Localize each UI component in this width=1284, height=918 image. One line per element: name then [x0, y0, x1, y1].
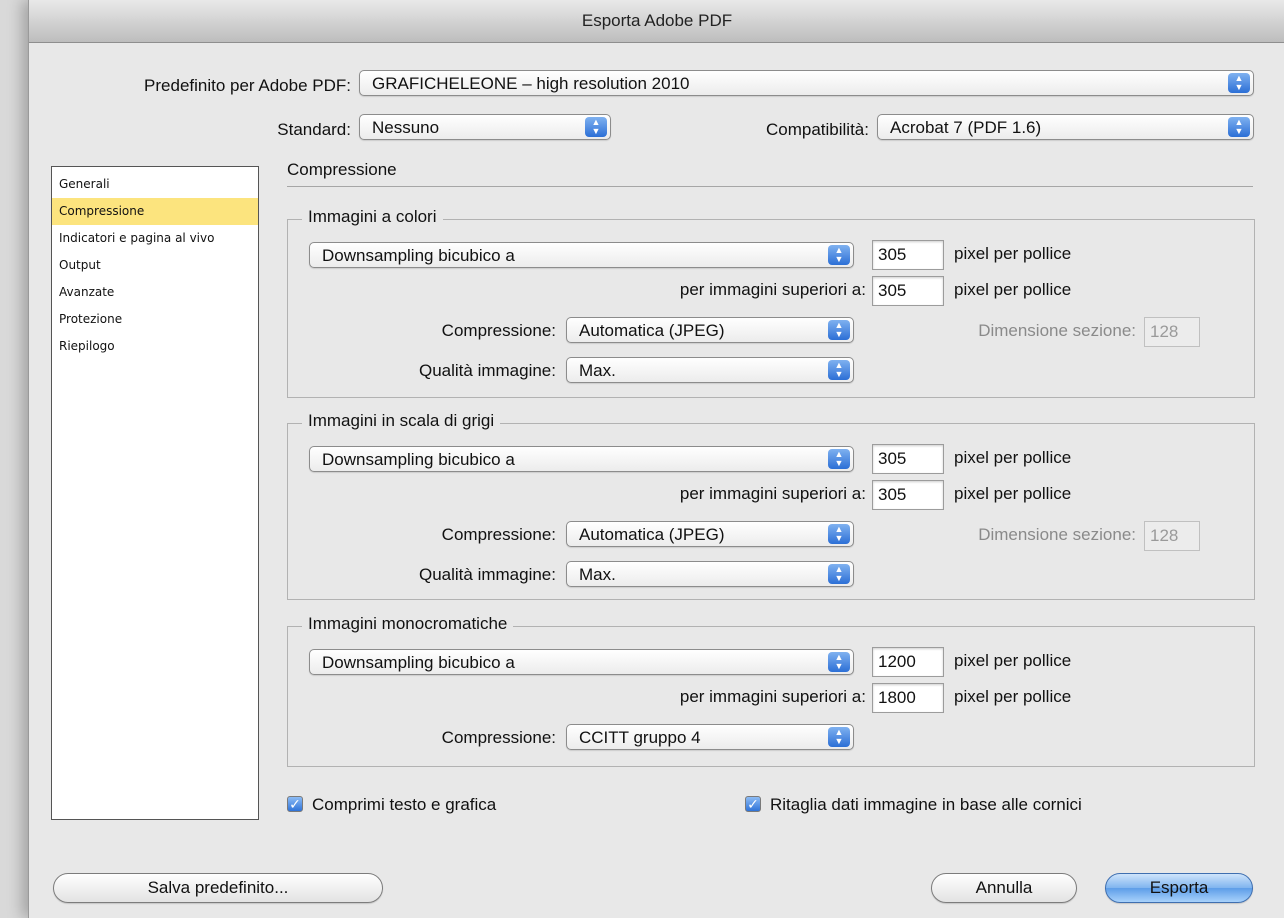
- standard-label: Standard:: [277, 120, 351, 139]
- compat-label: Compatibilità:: [766, 120, 869, 139]
- ppi-unit: pixel per pollice: [954, 484, 1072, 503]
- gray-quality-select[interactable]: Max. ▲ ▼: [566, 561, 854, 587]
- sidebar-item-indicatori[interactable]: Indicatori e pagina al vivo: [52, 225, 258, 252]
- updown-arrows-icon: ▲ ▼: [828, 727, 850, 747]
- checkmark-icon: ✓: [289, 796, 301, 812]
- color-compression-select[interactable]: Automatica (JPEG) ▲ ▼: [566, 317, 854, 343]
- section-title: Compressione: [287, 160, 397, 179]
- monochrome-images-group: Immagini monocromatiche Downsampling bic…: [287, 614, 1255, 767]
- color-above-input[interactable]: 305: [872, 276, 944, 306]
- color-quality-select[interactable]: Max. ▲ ▼: [566, 357, 854, 383]
- color-tile-size-input: 128: [1144, 317, 1200, 347]
- updown-arrows-icon: ▲ ▼: [828, 524, 850, 544]
- updown-arrows-icon: ▲ ▼: [828, 245, 850, 265]
- color-images-group: Immagini a colori Downsampling bicubico …: [287, 207, 1255, 398]
- crop-image-checkbox[interactable]: ✓: [745, 796, 761, 812]
- section-divider: [287, 186, 1253, 187]
- preset-value: GRAFICHELEONE – high resolution 2010: [372, 74, 690, 93]
- sidebar-item-generali[interactable]: Generali: [52, 171, 258, 198]
- ppi-unit: pixel per pollice: [954, 687, 1072, 706]
- sidebar-item-protezione[interactable]: Protezione: [52, 306, 258, 333]
- select-value: Downsampling bicubico a: [322, 653, 515, 672]
- select-value: Max.: [579, 361, 616, 380]
- ppi-unit: pixel per pollice: [954, 448, 1072, 467]
- quality-label: Qualità immagine:: [418, 361, 556, 380]
- select-value: Automatica (JPEG): [579, 321, 725, 340]
- updown-arrows-icon: ▲ ▼: [828, 652, 850, 672]
- crop-image-label: Ritaglia dati immagine in base alle corn…: [770, 795, 1082, 814]
- select-value: Downsampling bicubico a: [322, 246, 515, 265]
- compat-value: Acrobat 7 (PDF 1.6): [890, 118, 1042, 137]
- gray-ppi-input[interactable]: 305: [872, 444, 944, 474]
- quality-label: Qualità immagine:: [418, 565, 556, 584]
- gray-downsample-select[interactable]: Downsampling bicubico a ▲ ▼: [309, 446, 854, 472]
- tile-size-label: Dimensione sezione:: [978, 525, 1136, 544]
- compress-text-label: Comprimi testo e grafica: [312, 795, 497, 814]
- updown-arrows-icon: ▲ ▼: [1228, 73, 1250, 93]
- compress-text-checkbox[interactable]: ✓: [287, 796, 303, 812]
- group-title: Immagini monocromatiche: [302, 614, 514, 634]
- color-ppi-input[interactable]: 305: [872, 240, 944, 270]
- updown-arrows-icon: ▲ ▼: [585, 117, 607, 137]
- select-value: Downsampling bicubico a: [322, 450, 515, 469]
- sidebar-item-riepilogo[interactable]: Riepilogo: [52, 333, 258, 360]
- above-label: per immagini superiori a:: [679, 687, 866, 706]
- export-pdf-dialog: Esporta Adobe PDF Predefinito per Adobe …: [28, 0, 1284, 918]
- ppi-unit: pixel per pollice: [954, 651, 1072, 670]
- ppi-unit: pixel per pollice: [954, 280, 1072, 299]
- sidebar-item-output[interactable]: Output: [52, 252, 258, 279]
- updown-arrows-icon: ▲ ▼: [828, 320, 850, 340]
- gray-above-input[interactable]: 305: [872, 480, 944, 510]
- mono-ppi-input[interactable]: 1200: [872, 647, 944, 677]
- tile-size-label: Dimensione sezione:: [978, 321, 1136, 340]
- preset-select[interactable]: GRAFICHELEONE – high resolution 2010 ▲ ▼: [359, 70, 1254, 96]
- select-value: Max.: [579, 565, 616, 584]
- select-value: CCITT gruppo 4: [579, 728, 701, 747]
- mono-compression-select[interactable]: CCITT gruppo 4 ▲ ▼: [566, 724, 854, 750]
- compression-label: Compressione:: [441, 321, 556, 340]
- preset-label: Predefinito per Adobe PDF:: [144, 76, 351, 95]
- group-title: Immagini a colori: [302, 207, 443, 227]
- updown-arrows-icon: ▲ ▼: [828, 564, 850, 584]
- grayscale-images-group: Immagini in scala di grigi Downsampling …: [287, 411, 1255, 600]
- ppi-unit: pixel per pollice: [954, 244, 1072, 263]
- mono-downsample-select[interactable]: Downsampling bicubico a ▲ ▼: [309, 649, 854, 675]
- color-downsample-select[interactable]: Downsampling bicubico a ▲ ▼: [309, 242, 854, 268]
- cancel-button[interactable]: Annulla: [931, 873, 1077, 903]
- above-label: per immagini superiori a:: [679, 484, 866, 503]
- gray-compression-select[interactable]: Automatica (JPEG) ▲ ▼: [566, 521, 854, 547]
- updown-arrows-icon: ▲ ▼: [828, 360, 850, 380]
- compression-label: Compressione:: [441, 525, 556, 544]
- sidebar-item-compressione[interactable]: Compressione: [52, 198, 258, 225]
- gray-tile-size-input: 128: [1144, 521, 1200, 551]
- group-title: Immagini in scala di grigi: [302, 411, 501, 431]
- sidebar-item-avanzate[interactable]: Avanzate: [52, 279, 258, 306]
- updown-arrows-icon: ▲ ▼: [1228, 117, 1250, 137]
- checkmark-icon: ✓: [747, 796, 759, 812]
- select-value: Automatica (JPEG): [579, 525, 725, 544]
- standard-value: Nessuno: [372, 118, 440, 137]
- mono-above-input[interactable]: 1800: [872, 683, 944, 713]
- export-button[interactable]: Esporta: [1105, 873, 1253, 903]
- compat-select[interactable]: Acrobat 7 (PDF 1.6) ▲ ▼: [877, 114, 1254, 140]
- category-list: Generali Compressione Indicatori e pagin…: [51, 166, 259, 820]
- compression-label: Compressione:: [441, 728, 556, 747]
- standard-select[interactable]: Nessuno ▲ ▼: [359, 114, 611, 140]
- above-label: per immagini superiori a:: [679, 280, 866, 299]
- window-title: Esporta Adobe PDF: [29, 0, 1284, 43]
- save-preset-button[interactable]: Salva predefinito...: [53, 873, 383, 903]
- updown-arrows-icon: ▲ ▼: [828, 449, 850, 469]
